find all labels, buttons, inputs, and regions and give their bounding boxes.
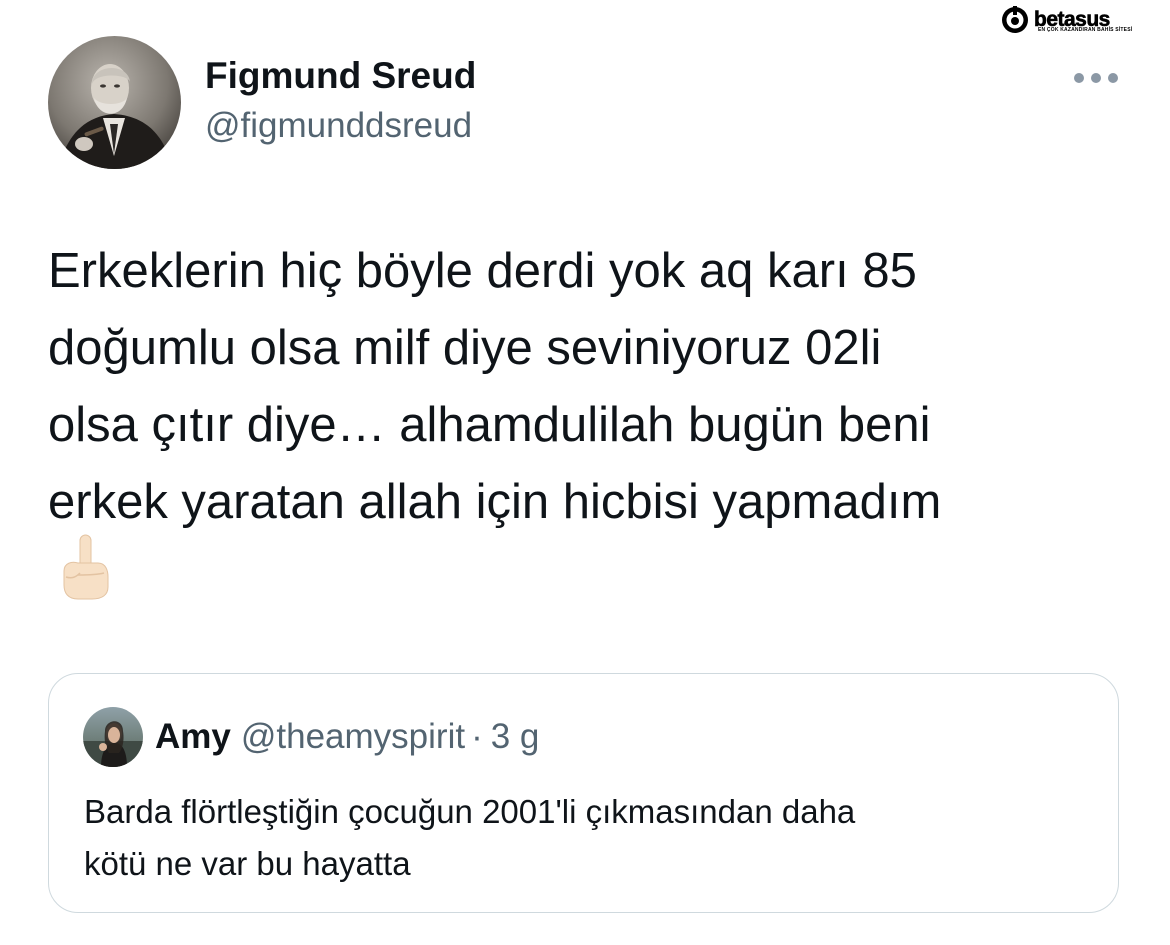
brand-watermark: betasus EN ÇOK KAZANDIRAN BAHİS SİTESİ (1000, 0, 1150, 40)
ellipsis-icon (1108, 73, 1118, 83)
quoted-author-handle[interactable]: @theamyspirit (241, 717, 465, 756)
quoted-tweet-timestamp[interactable]: 3 g (491, 717, 540, 756)
quoted-tweet-card[interactable]: Amy @theamyspirit · 3 g Barda flörtleştiğin… (48, 673, 1119, 913)
tweet-text-line: olsa çıtır diye… alhamdulilah bugün beni (48, 398, 931, 452)
author-display-name[interactable]: Figmund Sreud (205, 55, 476, 97)
quoted-tweet-text-line: kötü ne var bu hayatta (84, 845, 411, 882)
tweet-text-line: Erkeklerin hiç böyle derdi yok aq karı 8… (48, 244, 917, 298)
tweet-text-line: erkek yaratan allah için hicbisi yapmadı… (48, 475, 942, 529)
quoted-tweet-text: Barda flörtleştiğin çocuğun 2001'li çıkm… (84, 786, 1084, 890)
quoted-tweet-text-line: Barda flörtleştiğin çocuğun 2001'li çıkm… (84, 793, 856, 830)
author-avatar[interactable] (48, 36, 181, 169)
watermark-tagline: EN ÇOK KAZANDIRAN BAHİS SİTESİ (1038, 27, 1133, 33)
quoted-author-avatar[interactable] (83, 707, 143, 767)
ellipsis-icon (1074, 73, 1084, 83)
quoted-author-display-name[interactable]: Amy (155, 717, 231, 756)
more-options-button[interactable] (1070, 62, 1122, 92)
ellipsis-icon (1091, 73, 1101, 83)
author-handle[interactable]: @figmunddsreud (205, 106, 472, 146)
tweet-text-line: doğumlu olsa milf diye seviniyoruz 02li (48, 321, 882, 375)
avatar-image (48, 36, 181, 169)
betasus-logo: betasus (1002, 6, 1111, 33)
tweet-text: Erkeklerin hiç böyle derdi yok aq karı 8… (48, 233, 1118, 541)
quoted-tweet-header: Amy @theamyspirit · 3 g (155, 717, 539, 757)
dot-separator: · (471, 717, 483, 756)
quoted-avatar-image (83, 707, 143, 767)
pointing-up-finger-icon (63, 534, 109, 600)
